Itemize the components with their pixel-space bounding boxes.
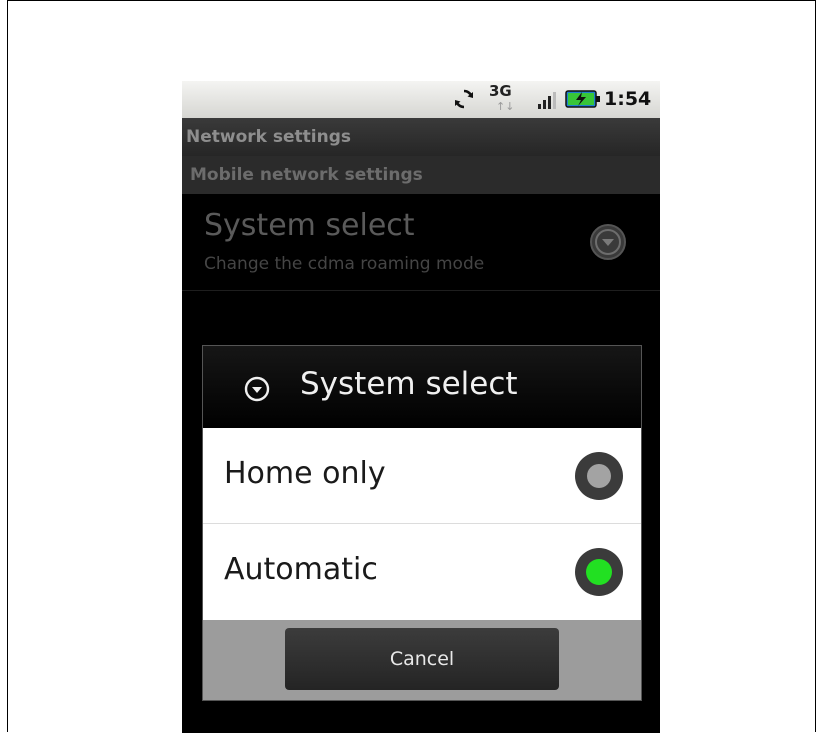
option-label: Home only	[224, 456, 386, 491]
option-label: Automatic	[224, 552, 378, 587]
option-home-only[interactable]: Home only	[203, 428, 641, 524]
sync-icon	[455, 89, 473, 109]
clock: 1:54	[604, 88, 652, 110]
option-list: Home only Automatic	[203, 428, 641, 620]
data-activity-icon: ↑↓	[496, 100, 515, 113]
page-title: Network settings	[182, 118, 660, 156]
chevron-down-circle-icon	[590, 224, 626, 260]
system-select-preference[interactable]: System select Change the cdma roaming mo…	[182, 194, 660, 291]
battery-charging-icon	[565, 90, 600, 108]
dialog-footer: Cancel	[203, 620, 641, 700]
chevron-down-circle-icon	[244, 376, 270, 402]
option-automatic[interactable]: Automatic	[203, 524, 641, 620]
signal-icon	[538, 92, 556, 109]
system-select-dialog: System select Home only Automatic Cancel	[202, 345, 642, 701]
screenshot-frame: 3G ↑↓ 1:54 Network settings Mobile netwo…	[7, 0, 816, 733]
radio-selected-icon[interactable]	[573, 546, 625, 598]
radio-unselected-icon[interactable]	[573, 450, 625, 502]
preference-summary: Change the cdma roaming mode	[204, 254, 485, 274]
phone-screen: 3G ↑↓ 1:54 Network settings Mobile netwo…	[182, 81, 660, 733]
dialog-header: System select	[203, 346, 641, 428]
status-bar: 3G ↑↓ 1:54	[182, 81, 660, 118]
dialog-title: System select	[300, 366, 518, 402]
section-header: Mobile network settings	[182, 156, 660, 194]
cancel-button[interactable]: Cancel	[285, 628, 559, 690]
network-type-label: 3G	[489, 82, 512, 100]
preference-title: System select	[204, 208, 415, 243]
